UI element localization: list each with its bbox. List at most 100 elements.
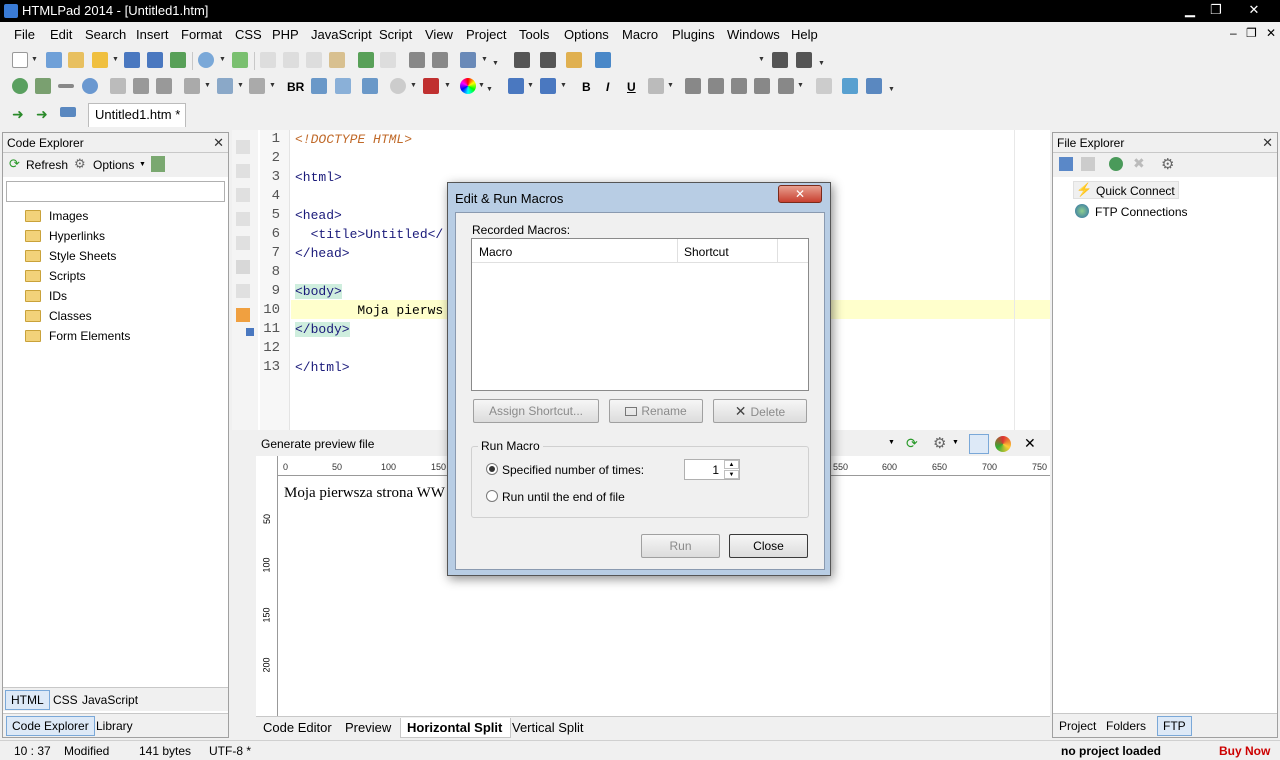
specified-times-radio[interactable] <box>486 463 498 475</box>
menu-insert[interactable]: Insert <box>136 27 169 42</box>
search-down-icon[interactable] <box>772 52 788 68</box>
menu-view[interactable]: View <box>425 27 453 42</box>
run-button[interactable]: Run <box>641 534 720 558</box>
refresh-button[interactable]: Refresh <box>26 158 68 172</box>
image-icon[interactable] <box>35 78 51 94</box>
ordered-list-icon[interactable] <box>156 78 172 94</box>
underline-button[interactable]: U <box>627 80 636 94</box>
line-break-icon[interactable] <box>311 78 327 94</box>
toolbar-overflow-icon[interactable]: ▼ <box>486 86 493 93</box>
column-macro[interactable]: Macro <box>479 245 512 259</box>
menu-windows[interactable]: Windows <box>727 27 780 42</box>
bold-button[interactable]: B <box>582 80 591 94</box>
search-up-icon[interactable] <box>796 52 812 68</box>
paste-icon[interactable] <box>306 52 322 68</box>
color-picker-icon[interactable] <box>460 78 476 94</box>
menu-macro[interactable]: Macro <box>622 27 658 42</box>
minimize-button[interactable]: ▁ <box>1176 0 1204 20</box>
special-char-icon[interactable] <box>335 78 351 94</box>
chevron-down-icon[interactable]: ▼ <box>888 439 895 446</box>
menu-plugins[interactable]: Plugins <box>672 27 715 42</box>
forward-arrow-icon[interactable]: ➜ <box>36 106 48 123</box>
align-right-icon[interactable] <box>731 78 747 94</box>
validate-icon[interactable] <box>842 78 858 94</box>
save-ftp-icon[interactable] <box>170 52 186 68</box>
gear-icon[interactable]: ⚙ <box>74 156 86 172</box>
macro-list[interactable]: Macro Shortcut <box>471 238 809 391</box>
delete-icon[interactable]: ✖ <box>1133 155 1145 172</box>
comment-icon[interactable] <box>82 78 98 94</box>
tree-item-quick-connect[interactable]: ⚡ Quick Connect <box>1073 181 1179 199</box>
heading-icon[interactable] <box>184 78 200 94</box>
link-icon[interactable] <box>12 78 28 94</box>
chevron-down-icon[interactable]: ▼ <box>527 82 534 89</box>
add-connection-icon[interactable] <box>1109 157 1123 171</box>
undo-icon[interactable] <box>358 52 374 68</box>
close-button[interactable]: Close <box>729 534 808 558</box>
ie-browser-icon[interactable] <box>969 434 989 454</box>
menu-javascript[interactable]: JavaScript <box>311 27 372 42</box>
unordered-list-icon[interactable] <box>133 78 149 94</box>
mdi-restore-button[interactable]: ❐ <box>1246 26 1257 40</box>
align-center-icon[interactable] <box>708 78 724 94</box>
fold-icon[interactable] <box>236 212 250 226</box>
dialog-close-icon[interactable]: ✕ <box>778 185 822 203</box>
save-all-icon[interactable] <box>147 52 163 68</box>
menu-help[interactable]: Help <box>791 27 818 42</box>
tab-project[interactable]: Project <box>1059 719 1096 733</box>
layout-icon[interactable] <box>460 52 476 68</box>
find-in-files-icon[interactable] <box>566 52 582 68</box>
chevron-down-icon[interactable]: ▼ <box>478 82 485 89</box>
stepper-up-icon[interactable]: ▲ <box>724 460 739 469</box>
chevron-down-icon[interactable]: ▼ <box>31 56 38 63</box>
search-icon[interactable] <box>198 52 214 68</box>
collapse-icon[interactable] <box>236 260 250 274</box>
disconnect-icon[interactable] <box>1081 157 1095 171</box>
tab-horizontal-split[interactable]: Horizontal Split <box>400 718 512 738</box>
code-explorer-search-input[interactable] <box>6 181 225 202</box>
refresh-icon[interactable]: ⟳ <box>9 156 20 172</box>
chevron-down-icon[interactable]: ▼ <box>204 82 211 89</box>
tab-folders[interactable]: Folders <box>1106 719 1146 733</box>
chevron-down-icon[interactable]: ▼ <box>112 56 119 63</box>
justify-icon[interactable] <box>754 78 770 94</box>
tab-javascript[interactable]: JavaScript <box>82 693 138 707</box>
stepper-down-icon[interactable]: ▼ <box>724 470 739 479</box>
align-left-icon[interactable] <box>685 78 701 94</box>
find-next-icon[interactable] <box>540 52 556 68</box>
table-icon[interactable] <box>217 78 233 94</box>
play-icon[interactable] <box>246 328 254 336</box>
horizontal-rule-icon[interactable] <box>58 84 74 88</box>
close-icon[interactable]: ✕ <box>213 135 224 151</box>
outdent-icon[interactable] <box>432 52 448 68</box>
toolbar-overflow-icon[interactable]: ▼ <box>888 86 895 93</box>
restore-button[interactable]: ❐ <box>1202 0 1230 20</box>
paragraph-icon[interactable] <box>110 78 126 94</box>
tag-icon[interactable] <box>423 78 439 94</box>
connect-icon[interactable] <box>1059 157 1073 171</box>
delete-button[interactable]: ✕ Delete <box>713 399 807 423</box>
mdi-close-button[interactable]: ✕ <box>1266 26 1276 40</box>
redo-icon[interactable] <box>380 52 396 68</box>
form-icon[interactable] <box>249 78 265 94</box>
menu-options[interactable]: Options <box>564 27 609 42</box>
chevron-down-icon[interactable]: ▼ <box>667 82 674 89</box>
goto-icon[interactable] <box>595 52 611 68</box>
menu-search[interactable]: Search <box>85 27 126 42</box>
toolbar-overflow-icon[interactable]: ▼ <box>818 60 825 67</box>
tab-vertical-split[interactable]: Vertical Split <box>506 718 592 738</box>
chevron-down-icon[interactable]: ▼ <box>139 161 146 168</box>
tab-css[interactable]: CSS <box>53 693 78 707</box>
menu-edit[interactable]: Edit <box>50 27 72 42</box>
menu-css[interactable]: CSS <box>235 27 262 42</box>
copy-icon[interactable] <box>283 52 299 68</box>
line-spacing-icon[interactable] <box>778 78 794 94</box>
gear-icon[interactable]: ⚙ <box>1161 155 1174 173</box>
tab-preview[interactable]: Preview <box>339 718 399 738</box>
expand-icon[interactable] <box>236 236 250 250</box>
gear-icon[interactable]: ⚙ <box>933 434 946 452</box>
options-button[interactable]: Options <box>93 158 134 172</box>
close-icon[interactable]: ✕ <box>1024 435 1036 452</box>
until-eof-radio[interactable] <box>486 490 498 502</box>
chevron-down-icon[interactable]: ▼ <box>237 82 244 89</box>
